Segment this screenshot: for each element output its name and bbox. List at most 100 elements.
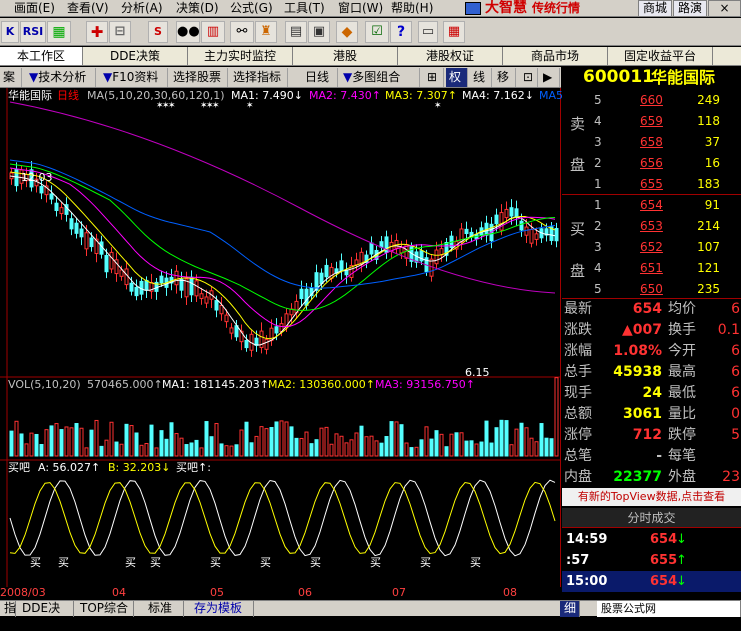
sell-row[interactable]: 3 658 37 bbox=[562, 132, 741, 153]
screen-icon[interactable]: ▣ bbox=[308, 21, 330, 43]
ma-label: MA(5,10,20,30,60,120,1) bbox=[87, 89, 225, 102]
menu-help[interactable]: 帮助(H) bbox=[391, 1, 433, 15]
volume-bar bbox=[134, 432, 139, 457]
daily-button[interactable]: 日线 bbox=[302, 68, 338, 87]
f10-button[interactable]: ▼F10资料 bbox=[100, 68, 168, 87]
buy-row[interactable]: 4 651 121 bbox=[562, 258, 741, 279]
candle-body bbox=[39, 186, 44, 194]
level-number: 1 bbox=[594, 177, 602, 191]
buy-marker: 买 bbox=[420, 556, 431, 569]
tab-workspace[interactable]: 本工作区 bbox=[0, 47, 83, 65]
tab-monitor[interactable]: 主力实时监控 bbox=[188, 47, 293, 65]
menu-analysis[interactable]: 分析(A) bbox=[121, 1, 163, 15]
mall-button[interactable]: 商城 bbox=[638, 0, 672, 17]
sell-row[interactable]: 4 659 118 bbox=[562, 111, 741, 132]
candle-body bbox=[509, 207, 514, 217]
level-number: 4 bbox=[594, 261, 602, 275]
multi-chart-button[interactable]: ▼多图组合 bbox=[340, 68, 420, 87]
tick-row: 14:59 654 ↓ bbox=[562, 529, 741, 550]
buy-row[interactable]: 2 653 214 bbox=[562, 216, 741, 237]
status-top[interactable]: TOP综合 bbox=[76, 601, 134, 617]
hat-icon[interactable]: ♜ bbox=[255, 21, 277, 43]
volume-bar bbox=[514, 428, 519, 457]
select-index-button[interactable]: 选择指标 bbox=[230, 68, 288, 87]
volume-bar bbox=[469, 440, 474, 457]
doc-icon[interactable]: ▭ bbox=[418, 21, 438, 43]
order-volume: 121 bbox=[697, 261, 720, 275]
dots-icon[interactable]: ●● bbox=[176, 21, 200, 43]
tab-hk-warrant[interactable]: 港股权证 bbox=[398, 47, 503, 65]
volume-bar bbox=[529, 437, 534, 457]
dropdown-icon: ▼ bbox=[29, 70, 39, 84]
buy-row[interactable]: 1 654 91 bbox=[562, 195, 741, 216]
status-save-template[interactable]: 存为模板 bbox=[190, 601, 254, 617]
case-button[interactable]: 案 bbox=[0, 68, 22, 87]
menu-screen[interactable]: 画面(E) bbox=[14, 1, 55, 15]
menu-decision[interactable]: 决策(D) bbox=[176, 1, 219, 15]
check-icon[interactable]: ☑ bbox=[365, 21, 389, 43]
line-button[interactable]: 线 bbox=[470, 68, 492, 87]
bars-icon[interactable]: ▥ bbox=[201, 21, 225, 43]
window-controls[interactable]: × bbox=[708, 0, 741, 17]
status-mini-icon[interactable]: 细 bbox=[560, 601, 580, 617]
quan-button[interactable]: 权 bbox=[446, 68, 468, 87]
rsi-button[interactable]: RSI bbox=[20, 21, 46, 43]
select-stock-button[interactable]: 选择股票 bbox=[170, 68, 228, 87]
minus-icon[interactable]: ⊟ bbox=[109, 21, 131, 43]
x-axis: 2008/03 04 05 06 07 08 bbox=[0, 587, 561, 600]
binoculars-icon[interactable]: ⚯ bbox=[230, 21, 254, 43]
tab-fixed-income[interactable]: 固定收益平台 bbox=[608, 47, 713, 65]
roadshow-button[interactable]: 路演 bbox=[673, 0, 707, 17]
status-dde[interactable]: DDE决策 bbox=[18, 601, 74, 630]
chart-area[interactable]: 买买买买买买买买买买 ✶ ✶ ✶ ✶ ✶ ✶ ✶ ✶ 华能国际 日线 MA(5,10,20,30… bbox=[0, 88, 563, 587]
x-label: 04 bbox=[112, 586, 126, 599]
sell-row[interactable]: 5 660 249 bbox=[562, 90, 741, 111]
tab-hk[interactable]: 港股 bbox=[293, 47, 398, 65]
tech-analysis-button[interactable]: ▼技术分析 bbox=[26, 68, 96, 87]
topview-link[interactable]: 有新的TopView数据,点击查看 bbox=[562, 488, 741, 506]
status-standard[interactable]: 标准 bbox=[144, 601, 184, 617]
quote-key: 涨停 bbox=[564, 427, 592, 443]
volume-bar bbox=[539, 423, 544, 457]
plus-icon[interactable]: ✚ bbox=[86, 21, 108, 43]
grid-icon[interactable]: ▦ bbox=[47, 21, 71, 43]
play-icon[interactable]: ▶ bbox=[540, 68, 560, 87]
menu-bar: 画面(E) 查看(V) 分析(A) 决策(D) 公式(G) 工具(T) 窗口(W… bbox=[0, 0, 741, 17]
candle-body bbox=[189, 276, 194, 296]
buy-row[interactable]: 5 650 235 bbox=[562, 279, 741, 300]
diamond-icon[interactable]: ◆ bbox=[336, 21, 358, 43]
move-button[interactable]: 移 bbox=[494, 68, 516, 87]
ma-line bbox=[9, 171, 556, 340]
quote-row: 总手 45938 最高 6 bbox=[562, 362, 741, 383]
monitor-icon[interactable]: ▦ bbox=[443, 21, 465, 43]
volume-bar bbox=[34, 433, 39, 457]
grid-icon[interactable]: ⊞ bbox=[424, 68, 444, 87]
menu-tools[interactable]: 工具(T) bbox=[284, 1, 325, 15]
volume-bar bbox=[549, 438, 554, 457]
volume-bar bbox=[59, 429, 64, 457]
candle-body bbox=[224, 314, 229, 323]
quote-value: 6 bbox=[731, 364, 740, 380]
info-icon[interactable]: ? bbox=[390, 21, 412, 43]
quote-key: 每笔 bbox=[668, 448, 696, 464]
quote-key: 最高 bbox=[668, 364, 696, 380]
menu-formula[interactable]: 公式(G) bbox=[230, 1, 273, 15]
status-index[interactable]: 指 bbox=[0, 601, 16, 617]
tab-dde[interactable]: DDE决策 bbox=[83, 47, 188, 65]
restore-icon[interactable]: ⊡ bbox=[520, 68, 538, 87]
k-button[interactable]: K bbox=[1, 21, 19, 43]
ma1-value: MA1: 7.490↓ bbox=[231, 89, 303, 102]
menu-window[interactable]: 窗口(W) bbox=[338, 1, 383, 15]
buy-row[interactable]: 3 652 107 bbox=[562, 237, 741, 258]
sell-row[interactable]: 1 655 183 bbox=[562, 174, 741, 195]
quote-row: 最新 654 均价 6 bbox=[562, 299, 741, 320]
order-volume: 16 bbox=[704, 156, 720, 170]
kline-chart[interactable]: 买买买买买买买买买买✶✶✶ ✶✶✶ ✶ ✶ bbox=[0, 88, 561, 587]
volume-bar bbox=[54, 423, 59, 457]
chart-icon[interactable]: ▤ bbox=[285, 21, 307, 43]
sell-row[interactable]: 2 656 16 bbox=[562, 153, 741, 174]
tab-commodity[interactable]: 商品市场 bbox=[503, 47, 608, 65]
menu-view[interactable]: 查看(V) bbox=[67, 1, 109, 15]
candle-body bbox=[229, 327, 234, 334]
s-button[interactable]: S bbox=[148, 21, 168, 43]
